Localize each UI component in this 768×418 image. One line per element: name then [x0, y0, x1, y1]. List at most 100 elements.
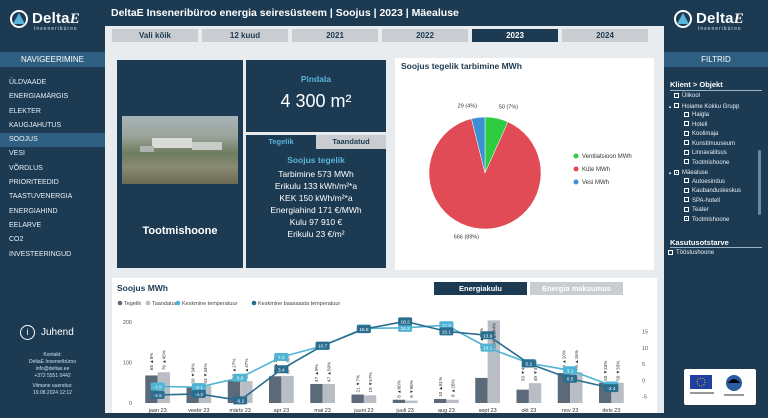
- checkbox[interactable]: [674, 92, 679, 98]
- pie-slice-label: 666 (89%): [454, 235, 480, 241]
- tree-item[interactable]: Linnavalitsus: [668, 149, 758, 159]
- tree-item[interactable]: Hotell: [668, 121, 758, 131]
- contact-email[interactable]: info@deltae.ee: [0, 366, 105, 373]
- base-temperature-value: -4.5: [153, 393, 162, 399]
- base-temperature-value: 0.5: [567, 377, 574, 383]
- tab-cost[interactable]: Energia maksumus: [530, 282, 623, 295]
- tree-item[interactable]: ▲ Mäealuse: [668, 168, 758, 178]
- temperature-value: 10.1: [483, 346, 493, 352]
- tree-item[interactable]: Kaubanduskeskus: [668, 187, 758, 197]
- stat-line: KEK 150 kWh/m²*a: [279, 193, 353, 203]
- tree-item[interactable]: Tootmishoone: [668, 159, 758, 169]
- nav-item-prioriteedid[interactable]: PRIORITEEDID: [0, 176, 105, 190]
- checkbox[interactable]: [684, 149, 689, 155]
- temperature-value: 0.8: [237, 376, 244, 382]
- building-photo: [122, 116, 238, 184]
- tab-energy[interactable]: Energiakulu: [434, 282, 527, 295]
- nav-item-soojus[interactable]: SOOJUS: [0, 133, 105, 148]
- pie-title: Soojus tegelik tarbimine MWh: [401, 61, 522, 71]
- checkbox[interactable]: [684, 206, 689, 212]
- brand-name: Delta: [696, 10, 734, 27]
- tree-item[interactable]: Tootmishoone: [668, 216, 758, 226]
- tree-item-label: Ülikool: [682, 93, 701, 99]
- checkbox[interactable]: [674, 169, 679, 175]
- tree-item-label: Autoesindus: [692, 178, 726, 185]
- area-label: Pindala: [300, 74, 332, 84]
- bar-data-label: 19 ▼57%: [368, 372, 373, 392]
- checkbox[interactable]: [674, 103, 679, 109]
- stats-card: Tegelik Taandatud Soojus tegelik Tarbimi…: [246, 135, 386, 268]
- tree-item-label: Haigla: [692, 112, 710, 118]
- nav-item-vesi[interactable]: VESI: [0, 147, 105, 161]
- tree-item[interactable]: Teater: [668, 206, 758, 216]
- tree-item-label: Mäealuse: [682, 170, 709, 176]
- nav-item-co2[interactable]: CO2: [0, 233, 105, 247]
- nav-item-üldvaade[interactable]: ÜLDVAADE: [0, 76, 105, 90]
- y2-tick-label: 10: [642, 346, 648, 352]
- checkbox[interactable]: [684, 178, 689, 184]
- tree-item-label: Teater: [692, 207, 709, 213]
- help-button[interactable]: i Juhend: [20, 325, 74, 340]
- base-temperature-line: [157, 320, 612, 402]
- nav-item-taastuvenergia[interactable]: TAASTUVENERGIA: [0, 190, 105, 204]
- legend-marker: [573, 179, 579, 185]
- period-tab[interactable]: 2023: [472, 29, 558, 42]
- bar-data-label: 43 ▼34%: [203, 363, 208, 383]
- nav-item-investeeringud[interactable]: INVESTEERINGUD: [0, 248, 105, 262]
- tree-item-label: Koolimaja: [692, 131, 719, 137]
- nav-item-eelarve[interactable]: EELARVE: [0, 219, 105, 233]
- period-tab[interactable]: 12 kuud: [202, 29, 288, 42]
- nav-item-elekter[interactable]: ELEKTER: [0, 105, 105, 119]
- bar-data-label: 76 ▲45%: [162, 350, 167, 370]
- checkbox[interactable]: [684, 140, 689, 146]
- building-card: Tootmishoone: [117, 60, 243, 268]
- tree-item-label: Hotell: [692, 121, 708, 128]
- bar-normalized: [363, 395, 377, 403]
- filter-client-object: Klient > Objekt: [670, 80, 723, 89]
- bar-chart-card: Soojus MWh Energiakulu Energia maksumus …: [112, 278, 657, 414]
- tree-item[interactable]: Koolimaja: [668, 130, 758, 140]
- filters-title: FILTRID: [664, 52, 768, 67]
- period-tab[interactable]: 2024: [562, 29, 648, 42]
- usage-label: Tööstushoone: [676, 250, 715, 256]
- divider: [670, 90, 762, 91]
- temperature-line: [157, 324, 612, 388]
- checkbox[interactable]: [668, 249, 673, 255]
- checkbox[interactable]: [684, 121, 689, 127]
- tree-item[interactable]: Haigla: [668, 111, 758, 121]
- pie-chart: 50 (7%) 666 (89%) 29 (4%) Ventilatsioon MWh…: [428, 103, 632, 241]
- checkbox[interactable]: [684, 159, 689, 165]
- tree-item[interactable]: SPA-hotell: [668, 197, 758, 207]
- usage-list: Tööstushoone: [668, 249, 758, 259]
- tree-item[interactable]: Kunstimuuseum: [668, 140, 758, 150]
- deltae-logo-icon: [674, 10, 692, 28]
- tree-item[interactable]: ▲ Hoiame Kokku Grupp: [668, 102, 758, 112]
- checkbox[interactable]: [684, 130, 689, 136]
- bar-chart: Tegelik Taandatud Keskmine temperatuur Kesk…: [117, 300, 648, 414]
- tab-normalized[interactable]: Taandatud: [316, 135, 386, 149]
- nav-item-energiamärgis[interactable]: ENERGIAMÄRGIS: [0, 90, 105, 104]
- usage-item[interactable]: Tööstushoone: [668, 249, 758, 259]
- nav-item-energiahind[interactable]: ENERGIAHIND: [0, 205, 105, 219]
- base-temperature-value: -4.2: [195, 392, 204, 398]
- tab-actual[interactable]: Tegelik: [246, 135, 316, 149]
- stats-lines: Tarbimine 573 MWh Erikulu 133 kWh/m²*a KEK…: [246, 168, 386, 240]
- period-tab[interactable]: 2021: [292, 29, 378, 42]
- right-sidebar: DeltaE Inseneribüroo FILTRID Klient > Ob…: [664, 0, 768, 413]
- tree-item-label: Kaubanduskeskus: [692, 188, 742, 194]
- nav-item-võrdlus[interactable]: VÕRDLUS: [0, 162, 105, 176]
- building-name: Tootmishoone: [142, 225, 218, 237]
- period-tab[interactable]: 2022: [382, 29, 468, 42]
- checkbox[interactable]: [684, 197, 689, 203]
- nav-item-kaugjahutus[interactable]: KAUGJAHUTUS: [0, 119, 105, 133]
- tree-item[interactable]: Ülikool: [668, 92, 758, 102]
- tree-item[interactable]: Autoesindus: [668, 178, 758, 188]
- checkbox[interactable]: [684, 216, 689, 222]
- checkbox[interactable]: [684, 111, 689, 117]
- filter-scrollbar[interactable]: [758, 150, 761, 215]
- contact-company: DeltaE Inseneribüroo: [29, 359, 76, 365]
- period-tab[interactable]: Vali kõik: [112, 29, 198, 42]
- y2-tick-label: 0: [642, 378, 645, 384]
- checkbox[interactable]: [684, 187, 689, 193]
- y-tick-label: 100: [123, 361, 132, 367]
